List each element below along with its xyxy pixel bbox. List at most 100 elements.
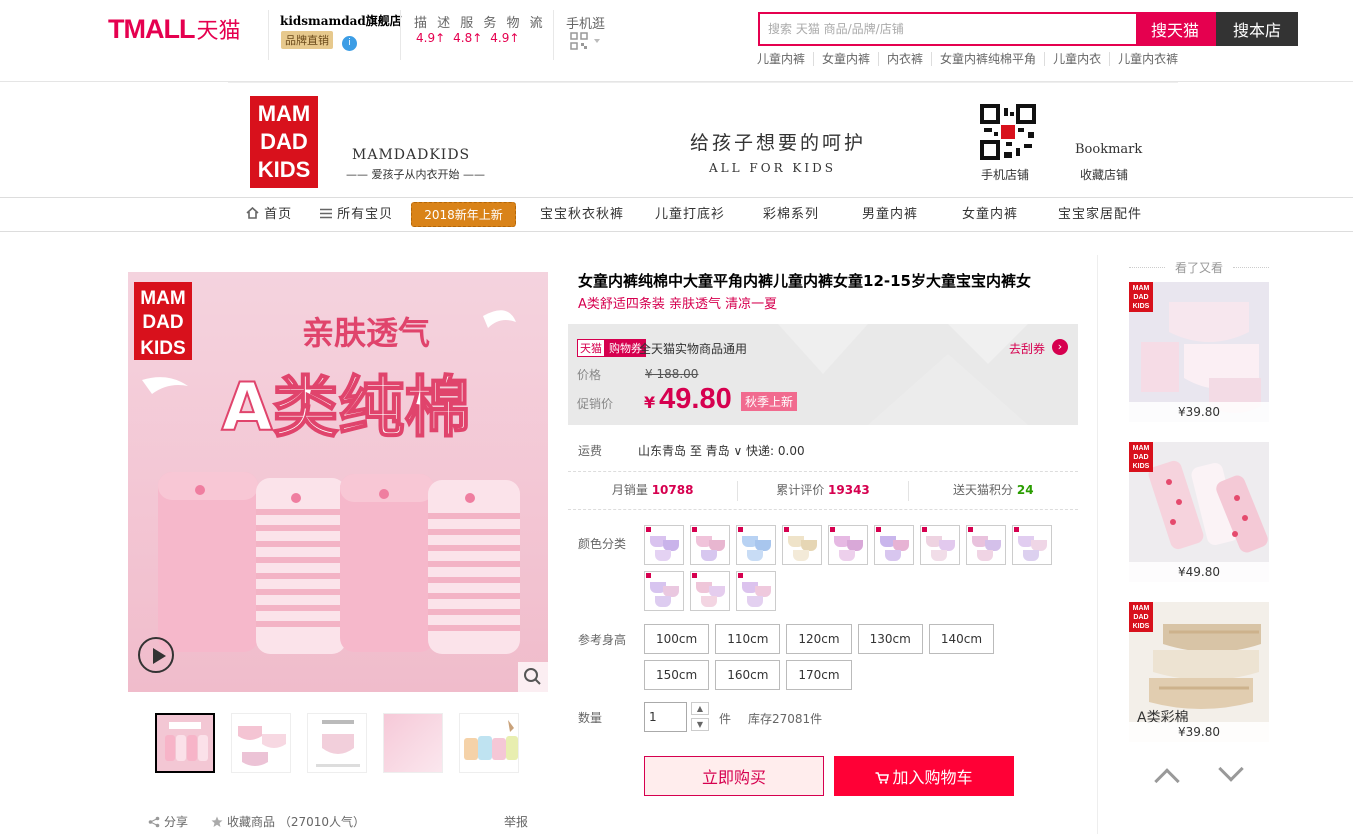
monthly-sales: 月销量 10788 bbox=[568, 481, 737, 501]
hot-word-link[interactable]: 女童内裤 bbox=[813, 52, 878, 66]
nav-item-color-cotton[interactable]: 彩棉系列 bbox=[763, 198, 819, 231]
tmall-logo[interactable]: TMALL 天猫 bbox=[108, 14, 240, 45]
thumbnail[interactable] bbox=[231, 713, 291, 773]
top-header: TMALL 天猫 kidsmamdad旗舰店 品牌直销 i 描 述 服 务 物 … bbox=[0, 0, 1353, 82]
thumbnail[interactable] bbox=[307, 713, 367, 773]
promo-price-label: 促销价 bbox=[577, 397, 614, 411]
search-tmall-button[interactable]: 搜天猫 bbox=[1136, 14, 1214, 44]
chevron-down-icon[interactable] bbox=[594, 39, 600, 43]
add-to-cart-button[interactable]: 加入购物车 bbox=[834, 756, 1014, 796]
nav-item-autumn-sets[interactable]: 宝宝秋衣秋裤 bbox=[540, 198, 624, 231]
recommended-item[interactable]: A类彩棉 MAM DAD KIDS ¥39.80 bbox=[1129, 602, 1269, 742]
quantity-decrease-button[interactable]: ▼ bbox=[691, 718, 709, 731]
promo-price-value: 49.80 bbox=[659, 383, 732, 415]
color-swatch[interactable] bbox=[690, 525, 730, 565]
nav-item-home-accessories[interactable]: 宝宝家居配件 bbox=[1058, 198, 1142, 231]
search-shop-button[interactable]: 搜本店 bbox=[1216, 12, 1298, 46]
buy-now-button[interactable]: 立即购买 bbox=[644, 756, 824, 796]
favorite-label: 收藏商品 （27010人气） bbox=[227, 815, 365, 829]
recommended-item[interactable]: MAM DAD KIDS ¥49.80 bbox=[1129, 442, 1269, 582]
size-option[interactable]: 130cm bbox=[857, 624, 923, 654]
shop-scores: 4.9↑ 4.8↑ 4.9↑ bbox=[416, 31, 519, 45]
nav-item-girls-underwear[interactable]: 女童内裤 bbox=[962, 198, 1018, 231]
shop-banner: MAM DAD KIDS MAMDADKIDS —— 爱孩子从内衣开始 —— 给… bbox=[228, 82, 1178, 197]
scroll-down-arrow-icon[interactable] bbox=[1218, 756, 1244, 782]
tmall-coupon-badge: 天猫 购物券 bbox=[577, 339, 646, 357]
thumbnail[interactable] bbox=[459, 713, 519, 773]
chevron-right-icon[interactable]: › bbox=[1052, 339, 1068, 355]
total-reviews[interactable]: 累计评价 19343 bbox=[737, 481, 907, 501]
color-swatch[interactable] bbox=[736, 571, 776, 611]
size-option[interactable]: 140cm bbox=[928, 624, 995, 654]
play-video-button[interactable] bbox=[138, 637, 174, 673]
shop-slogan: —— 爱孩子从内衣开始 —— bbox=[346, 168, 485, 181]
size-option[interactable]: 110cm bbox=[715, 624, 781, 654]
product-main-image[interactable]: MAM DAD KIDS 亲肤透气 A类纯棉 bbox=[128, 272, 548, 692]
nav-item-base-shirts[interactable]: 儿童打底衫 bbox=[655, 198, 725, 231]
color-swatch[interactable] bbox=[690, 571, 730, 611]
hot-word-link[interactable]: 内衣裤 bbox=[878, 52, 931, 66]
mobile-browse-label[interactable]: 手机逛 bbox=[566, 13, 605, 32]
shop-nav: 首页 所有宝贝 2018新年上新 宝宝秋衣秋裤 儿童打底衫 彩棉系列 男童内裤 … bbox=[0, 197, 1353, 232]
color-swatch[interactable] bbox=[920, 525, 960, 565]
recommended-item[interactable]: MAM DAD KIDS ¥39.80 bbox=[1129, 282, 1269, 422]
color-swatch[interactable] bbox=[828, 525, 868, 565]
thumbnail-image bbox=[464, 720, 518, 760]
quantity-increase-button[interactable]: ▲ bbox=[691, 702, 709, 715]
hot-word-link[interactable]: 儿童内裤 bbox=[757, 52, 813, 66]
score-logistics: 4.9↑ bbox=[490, 31, 520, 45]
score-description: 4.9↑ bbox=[416, 31, 446, 45]
nav-home[interactable]: 首页 bbox=[246, 198, 292, 231]
color-swatch[interactable] bbox=[644, 525, 684, 565]
size-option[interactable]: 160cm bbox=[715, 660, 781, 690]
report-link[interactable]: 举报 bbox=[504, 813, 528, 830]
bookmark-shop-link[interactable]: 收藏店铺 bbox=[1080, 166, 1128, 183]
color-swatch[interactable] bbox=[1012, 525, 1052, 565]
search-input[interactable] bbox=[760, 14, 1136, 44]
color-swatch[interactable] bbox=[966, 525, 1006, 565]
cart-icon bbox=[875, 772, 890, 784]
get-coupon-link[interactable]: 去刮券 bbox=[1009, 340, 1045, 357]
color-swatch[interactable] bbox=[874, 525, 914, 565]
thumbnail[interactable] bbox=[155, 713, 215, 773]
color-swatch[interactable] bbox=[736, 525, 776, 565]
mamdad-logo[interactable]: MAM DAD KIDS bbox=[250, 96, 318, 188]
sales-stats: 月销量 10788 累计评价 19343 送天猫积分 24 bbox=[568, 481, 1078, 501]
share-button[interactable]: 分享 bbox=[148, 813, 188, 830]
currency-symbol: ¥ bbox=[644, 393, 656, 412]
quantity-input[interactable] bbox=[644, 702, 687, 732]
info-icon[interactable]: i bbox=[342, 36, 357, 51]
brand-direct-badge: 品牌直销 bbox=[281, 31, 333, 49]
recommended-price: ¥39.80 bbox=[1129, 722, 1269, 742]
size-option[interactable]: 100cm bbox=[644, 624, 710, 654]
shop-score-title[interactable]: 描 述 服 务 物 流 bbox=[414, 12, 546, 31]
nav-all-items[interactable]: 所有宝贝 bbox=[320, 198, 393, 231]
shipping-label: 运费 bbox=[578, 444, 603, 458]
thumbnail-image bbox=[316, 720, 360, 767]
divider bbox=[568, 509, 1078, 510]
nav-new-year-promo[interactable]: 2018新年上新 bbox=[411, 202, 516, 227]
shop-qr-code-icon[interactable] bbox=[980, 104, 1036, 160]
color-swatch[interactable] bbox=[782, 525, 822, 565]
size-option[interactable]: 120cm bbox=[786, 624, 852, 654]
divider bbox=[553, 10, 554, 60]
nav-item-boys-underwear[interactable]: 男童内裤 bbox=[862, 198, 918, 231]
size-option[interactable]: 170cm bbox=[786, 660, 852, 690]
add-to-cart-label: 加入购物车 bbox=[892, 768, 973, 787]
scroll-up-arrow-icon[interactable] bbox=[1154, 768, 1180, 794]
shop-name-link[interactable]: kidsmamdad旗舰店 bbox=[280, 12, 402, 29]
mobile-shop-label[interactable]: 手机店铺 bbox=[981, 166, 1029, 183]
color-swatch[interactable] bbox=[644, 571, 684, 611]
tmall-points: 送天猫积分 24 bbox=[907, 481, 1078, 501]
hot-word-link[interactable]: 女童内裤纯棉平角 bbox=[931, 52, 1044, 66]
hot-word-link[interactable]: 儿童内衣 bbox=[1044, 52, 1109, 66]
zoom-button[interactable] bbox=[518, 662, 548, 692]
size-option[interactable]: 150cm bbox=[644, 660, 710, 690]
shipping-destination-selector[interactable]: 山东青岛 至 青岛 ∨ 快递: 0.00 bbox=[638, 442, 805, 459]
chevron-down-icon[interactable] bbox=[530, 22, 538, 27]
qr-code-icon[interactable] bbox=[570, 32, 588, 50]
thumbnail[interactable] bbox=[383, 713, 443, 773]
bookmark-label[interactable]: Bookmark bbox=[1075, 142, 1142, 157]
favorite-button[interactable]: 收藏商品 （27010人气） bbox=[211, 813, 365, 830]
hot-word-link[interactable]: 儿童内衣裤 bbox=[1109, 52, 1186, 66]
